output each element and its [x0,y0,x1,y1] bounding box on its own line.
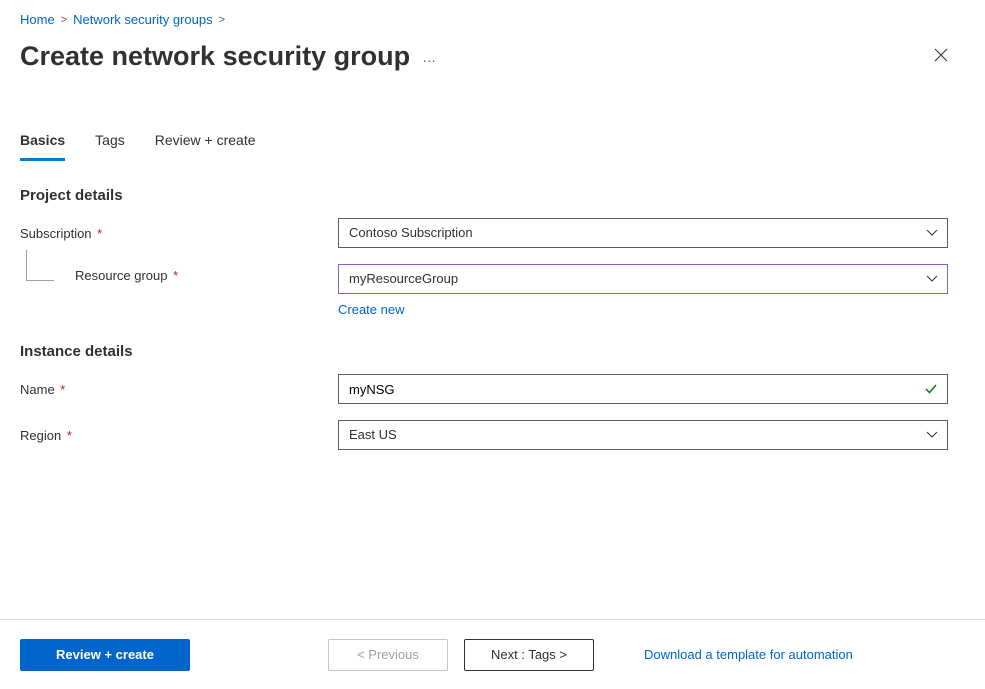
breadcrumb-nsg[interactable]: Network security groups [73,12,212,27]
region-label: Region * [20,428,338,443]
name-label: Name * [20,382,338,397]
check-icon [924,382,938,396]
chevron-right-icon: > [61,14,67,26]
close-icon[interactable] [933,47,949,66]
section-project-details: Project details [20,187,985,204]
required-indicator: * [94,226,103,241]
footer: Review + create < Previous Next : Tags >… [0,619,985,689]
breadcrumb-home[interactable]: Home [20,12,55,27]
page-title: Create network security group [20,41,410,72]
subscription-select[interactable]: Contoso Subscription [338,218,948,248]
create-new-link[interactable]: Create new [338,302,404,317]
required-indicator: * [57,382,66,397]
section-instance-details: Instance details [20,343,985,360]
previous-button: < Previous [328,639,448,671]
subscription-label: Subscription * [20,226,338,241]
region-select[interactable]: East US [338,420,948,450]
download-template-link[interactable]: Download a template for automation [644,647,853,662]
resource-group-select[interactable]: myResourceGroup [338,264,948,294]
required-indicator: * [63,428,72,443]
review-create-button[interactable]: Review + create [20,639,190,671]
tab-review[interactable]: Review + create [155,132,256,161]
tabs: Basics Tags Review + create [20,132,985,161]
resource-group-label: Resource group * [20,268,338,290]
breadcrumb: Home > Network security groups > [20,0,985,27]
tab-basics[interactable]: Basics [20,132,65,161]
next-button[interactable]: Next : Tags > [464,639,594,671]
chevron-right-icon: > [219,14,225,26]
tree-line-icon [20,268,75,290]
tab-tags[interactable]: Tags [95,132,125,161]
required-indicator: * [170,268,179,283]
name-input[interactable] [338,374,948,404]
more-icon[interactable]: … [422,49,437,65]
